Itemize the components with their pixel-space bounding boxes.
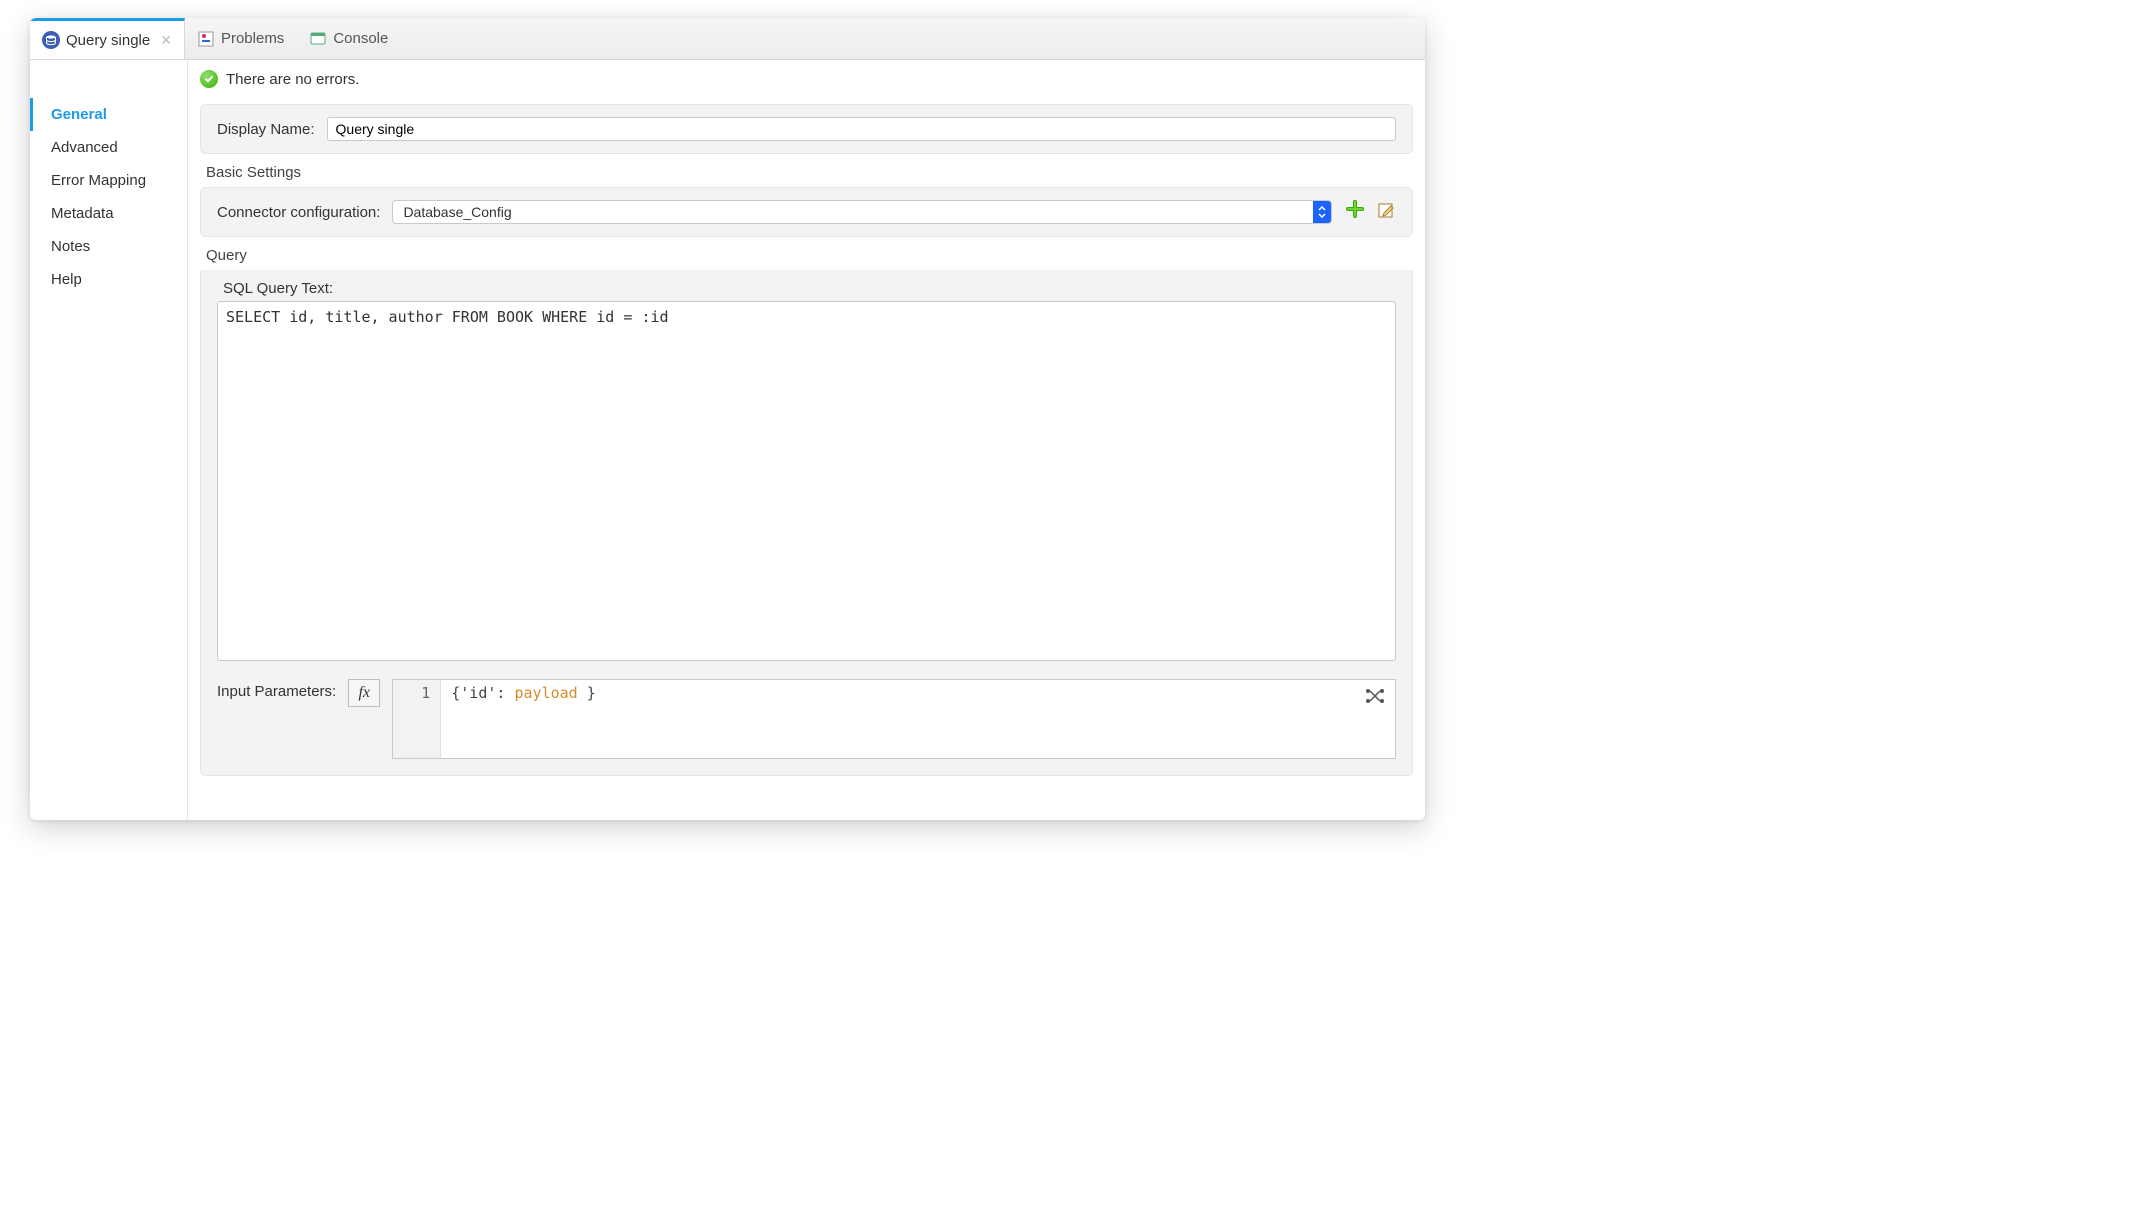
problems-icon xyxy=(197,30,215,48)
code-content: {'id': payload } xyxy=(441,680,606,758)
status-row: There are no errors. xyxy=(188,60,1425,98)
sidebar-item-label: Help xyxy=(51,271,82,288)
edit-config-button[interactable] xyxy=(1378,201,1396,223)
sidebar-item-advanced[interactable]: Advanced xyxy=(30,131,187,164)
editor-body: General Advanced Error Mapping Metadata … xyxy=(30,60,1425,820)
close-icon[interactable]: ✕ xyxy=(160,32,172,49)
tab-problems[interactable]: Problems xyxy=(185,18,297,59)
database-icon xyxy=(42,31,60,49)
input-parameters-label: Input Parameters: xyxy=(217,679,336,700)
connector-config-select[interactable]: Database_Config xyxy=(392,200,1332,224)
sql-query-textarea[interactable]: SELECT id, title, author FROM BOOK WHERE… xyxy=(217,301,1396,661)
sql-query-value: SELECT id, title, author FROM BOOK WHERE… xyxy=(226,308,669,326)
tab-label: Problems xyxy=(221,30,284,47)
params-value: payload xyxy=(514,684,577,702)
tab-query-single[interactable]: Query single ✕ xyxy=(30,18,185,59)
section-title-basic: Basic Settings xyxy=(206,164,1425,181)
check-icon xyxy=(200,70,218,88)
main-panel: There are no errors. Display Name: Basic… xyxy=(188,60,1425,820)
chevron-updown-icon xyxy=(1313,201,1331,223)
sidebar-item-label: General xyxy=(51,106,107,123)
connector-config-label: Connector configuration: xyxy=(217,204,380,221)
sidebar-item-error-mapping[interactable]: Error Mapping xyxy=(30,164,187,197)
params-prefix: {'id': xyxy=(451,684,514,702)
mapping-icon[interactable] xyxy=(1365,688,1385,708)
params-suffix: } xyxy=(578,684,596,702)
editor-window: Query single ✕ Problems Console General … xyxy=(30,18,1425,820)
status-message: There are no errors. xyxy=(226,71,359,88)
tab-strip: Query single ✕ Problems Console xyxy=(30,18,1425,60)
section-query: SQL Query Text: SELECT id, title, author… xyxy=(200,270,1413,776)
sidebar-item-label: Advanced xyxy=(51,139,118,156)
add-config-button[interactable] xyxy=(1346,200,1364,224)
connector-config-value: Database_Config xyxy=(403,204,511,220)
sidebar: General Advanced Error Mapping Metadata … xyxy=(30,60,188,820)
fx-button[interactable]: fx xyxy=(348,679,380,707)
code-gutter: 1 xyxy=(393,680,441,758)
input-parameters-editor[interactable]: 1 {'id': payload } xyxy=(392,679,1396,759)
sql-query-text-label: SQL Query Text: xyxy=(223,280,1396,297)
sidebar-item-help[interactable]: Help xyxy=(30,263,187,296)
sidebar-item-general[interactable]: General xyxy=(30,98,187,131)
tab-label: Query single xyxy=(66,32,150,49)
section-display-name: Display Name: xyxy=(200,104,1413,154)
console-icon xyxy=(309,30,327,48)
gutter-line-number: 1 xyxy=(421,684,430,702)
sidebar-item-label: Error Mapping xyxy=(51,172,146,189)
tab-label: Console xyxy=(333,30,388,47)
fx-label: fx xyxy=(358,684,370,702)
display-name-label: Display Name: xyxy=(217,121,315,138)
section-title-query: Query xyxy=(206,247,1425,264)
sidebar-item-notes[interactable]: Notes xyxy=(30,230,187,263)
section-basic-settings: Connector configuration: Database_Config xyxy=(200,187,1413,237)
display-name-input[interactable] xyxy=(327,117,1396,141)
sidebar-item-metadata[interactable]: Metadata xyxy=(30,197,187,230)
tab-console[interactable]: Console xyxy=(297,18,401,59)
sidebar-item-label: Metadata xyxy=(51,205,114,222)
sidebar-item-label: Notes xyxy=(51,238,90,255)
